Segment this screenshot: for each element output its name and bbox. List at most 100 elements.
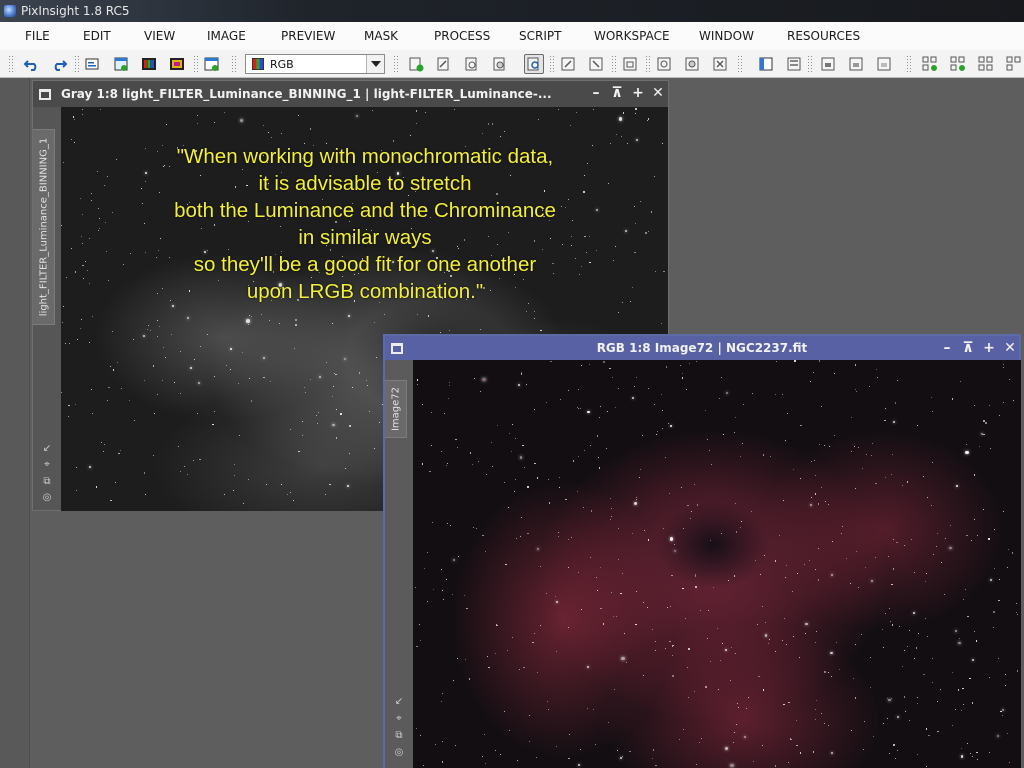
zoom-out-icon[interactable] <box>434 54 454 74</box>
preview-mode-icon[interactable] <box>558 54 578 74</box>
star <box>427 552 428 554</box>
zoom-fit-icon[interactable] <box>462 54 482 74</box>
star <box>693 483 695 485</box>
menu-image[interactable]: IMAGE <box>200 29 253 43</box>
add-script-icon[interactable] <box>920 54 940 74</box>
star <box>814 708 817 711</box>
crosshair-icon[interactable]: ⌖ <box>41 459 53 471</box>
format-explorer-icon[interactable] <box>874 54 894 74</box>
channel-display-icon[interactable] <box>167 54 187 74</box>
view-tab[interactable]: Image72 <box>385 380 407 438</box>
menu-workspace[interactable]: WORKSPACE <box>587 29 677 43</box>
view-tab[interactable]: light_FILTER_Luminance_BINNING_1 <box>33 129 55 325</box>
star <box>913 611 916 615</box>
zoom-in-icon[interactable] <box>406 54 426 74</box>
toolbar-grip[interactable] <box>737 55 742 73</box>
star <box>648 230 650 232</box>
maximize-button[interactable]: + <box>630 85 646 101</box>
star <box>157 336 158 337</box>
preferences-icon[interactable] <box>1004 54 1024 74</box>
close-button[interactable]: ✕ <box>1002 340 1018 356</box>
toolbar-grip[interactable] <box>645 55 650 73</box>
menu-script[interactable]: SCRIPT <box>512 29 568 43</box>
star <box>421 463 423 465</box>
star <box>521 517 523 518</box>
star <box>665 366 668 368</box>
arrow-down-left-icon[interactable]: ↙ <box>41 443 53 455</box>
star <box>442 598 444 600</box>
close-button[interactable]: ✕ <box>650 85 666 101</box>
window-title-bar[interactable]: Gray 1:8 light_FILTER_Luminance_BINNING_… <box>33 81 668 107</box>
undo-icon[interactable] <box>22 54 42 74</box>
target-icon[interactable]: ◎ <box>41 492 53 504</box>
toolbar-grip[interactable] <box>8 55 13 73</box>
star <box>734 732 735 734</box>
star <box>918 632 920 634</box>
redo-icon[interactable] <box>49 54 69 74</box>
crop-icon[interactable] <box>620 54 640 74</box>
mask-show-icon[interactable] <box>710 54 730 74</box>
add-file-icon[interactable] <box>976 54 996 74</box>
explorer-icon[interactable] <box>818 54 838 74</box>
menu-edit[interactable]: EDIT <box>76 29 118 43</box>
star <box>112 369 115 371</box>
star <box>633 501 638 506</box>
maximize-button[interactable]: + <box>981 340 997 356</box>
minimize-button[interactable]: – <box>939 340 955 356</box>
menu-mask[interactable]: MASK <box>357 29 405 43</box>
zoom-actual-icon[interactable] <box>490 54 510 74</box>
toolbar-grip[interactable] <box>807 55 812 73</box>
image-info-icon[interactable] <box>83 54 103 74</box>
channel-select[interactable]: RGB <box>245 54 385 74</box>
new-window-icon[interactable] <box>202 54 222 74</box>
toolbar-grip[interactable] <box>393 55 398 73</box>
shade-button[interactable]: ⊼ <box>609 85 625 101</box>
star <box>262 125 264 127</box>
crosshair-icon[interactable]: ⌖ <box>393 713 405 725</box>
star <box>998 415 1000 417</box>
menu-file[interactable]: FILE <box>18 29 57 43</box>
menu-process[interactable]: PROCESS <box>427 29 497 43</box>
star <box>891 624 893 626</box>
readout-mode-icon[interactable] <box>524 54 544 74</box>
toolbar-grip[interactable] <box>611 55 616 73</box>
new-image-icon[interactable] <box>111 54 131 74</box>
zoom-mode-icon[interactable] <box>654 54 674 74</box>
toolbar-grip[interactable] <box>74 55 79 73</box>
star <box>555 651 557 653</box>
window-title-bar[interactable]: RGB 1:8 Image72 | NGC2237.fit – ⊼ + ✕ <box>385 336 1019 360</box>
toolbar-grip[interactable] <box>549 55 554 73</box>
star <box>89 466 92 469</box>
star <box>1011 552 1013 554</box>
window-copy-icon[interactable]: ⧉ <box>41 476 53 488</box>
menu-view[interactable]: VIEW <box>137 29 182 43</box>
menu-window[interactable]: WINDOW <box>692 29 761 43</box>
mask-enable-icon[interactable] <box>784 54 804 74</box>
toolbar-grip[interactable] <box>906 55 911 73</box>
toolbar-grip[interactable] <box>193 55 198 73</box>
star <box>752 760 755 762</box>
star <box>111 330 113 332</box>
rosette-nebula-image[interactable] <box>413 360 1021 768</box>
window-copy-icon[interactable]: ⧉ <box>393 730 405 742</box>
star <box>161 380 163 382</box>
dynamic-crop-icon[interactable] <box>682 54 702 74</box>
star <box>887 718 889 719</box>
chevron-down-icon[interactable] <box>366 55 384 73</box>
star <box>787 761 789 763</box>
mask-invert-icon[interactable] <box>756 54 776 74</box>
rgb-channels-icon[interactable] <box>139 54 159 74</box>
history-icon[interactable] <box>846 54 866 74</box>
toolbar-grip[interactable] <box>231 55 236 73</box>
image-window-rgb[interactable]: RGB 1:8 Image72 | NGC2237.fit – ⊼ + ✕ Im… <box>383 334 1021 768</box>
add-process-icon[interactable] <box>948 54 968 74</box>
arrow-down-left-icon[interactable]: ↙ <box>393 696 405 708</box>
dynamic-pan-icon[interactable] <box>586 54 606 74</box>
star <box>961 710 963 712</box>
menu-resources[interactable]: RESOURCES <box>780 29 867 43</box>
shade-button[interactable]: ⊼ <box>960 340 976 356</box>
minimize-button[interactable]: – <box>588 85 604 101</box>
target-icon[interactable]: ◎ <box>393 747 405 759</box>
menu-preview[interactable]: PREVIEW <box>274 29 342 43</box>
star <box>336 437 338 439</box>
